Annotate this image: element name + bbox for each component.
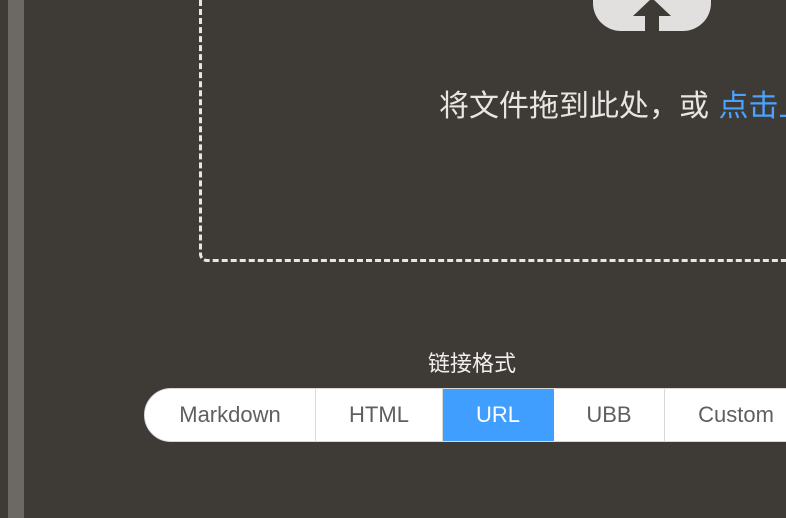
left-scrollbar[interactable] xyxy=(8,0,24,518)
upload-page: 将文件拖到此处，或 点击上传 链接格式 Markdown HTML URL UB… xyxy=(0,0,786,518)
upload-arrow-icon xyxy=(633,0,671,16)
format-option-ubb[interactable]: UBB xyxy=(554,389,665,441)
format-option-custom[interactable]: Custom xyxy=(665,389,786,441)
drag-prompt-text: 将文件拖到此处，或 xyxy=(439,89,719,124)
click-upload-link[interactable]: 点击上传 xyxy=(719,89,786,124)
format-option-html[interactable]: HTML xyxy=(316,389,443,441)
cloud-upload-icon xyxy=(593,0,711,31)
upload-arrow-stem xyxy=(645,15,659,31)
link-format-selector: Markdown HTML URL UBB Custom xyxy=(144,388,786,442)
format-option-markdown[interactable]: Markdown xyxy=(145,389,316,441)
upload-dropzone[interactable] xyxy=(199,0,786,262)
dropzone-instructions: 将文件拖到此处，或 点击上传 xyxy=(439,88,786,126)
format-option-url[interactable]: URL xyxy=(443,389,554,441)
link-format-label: 链接格式 xyxy=(428,352,517,377)
